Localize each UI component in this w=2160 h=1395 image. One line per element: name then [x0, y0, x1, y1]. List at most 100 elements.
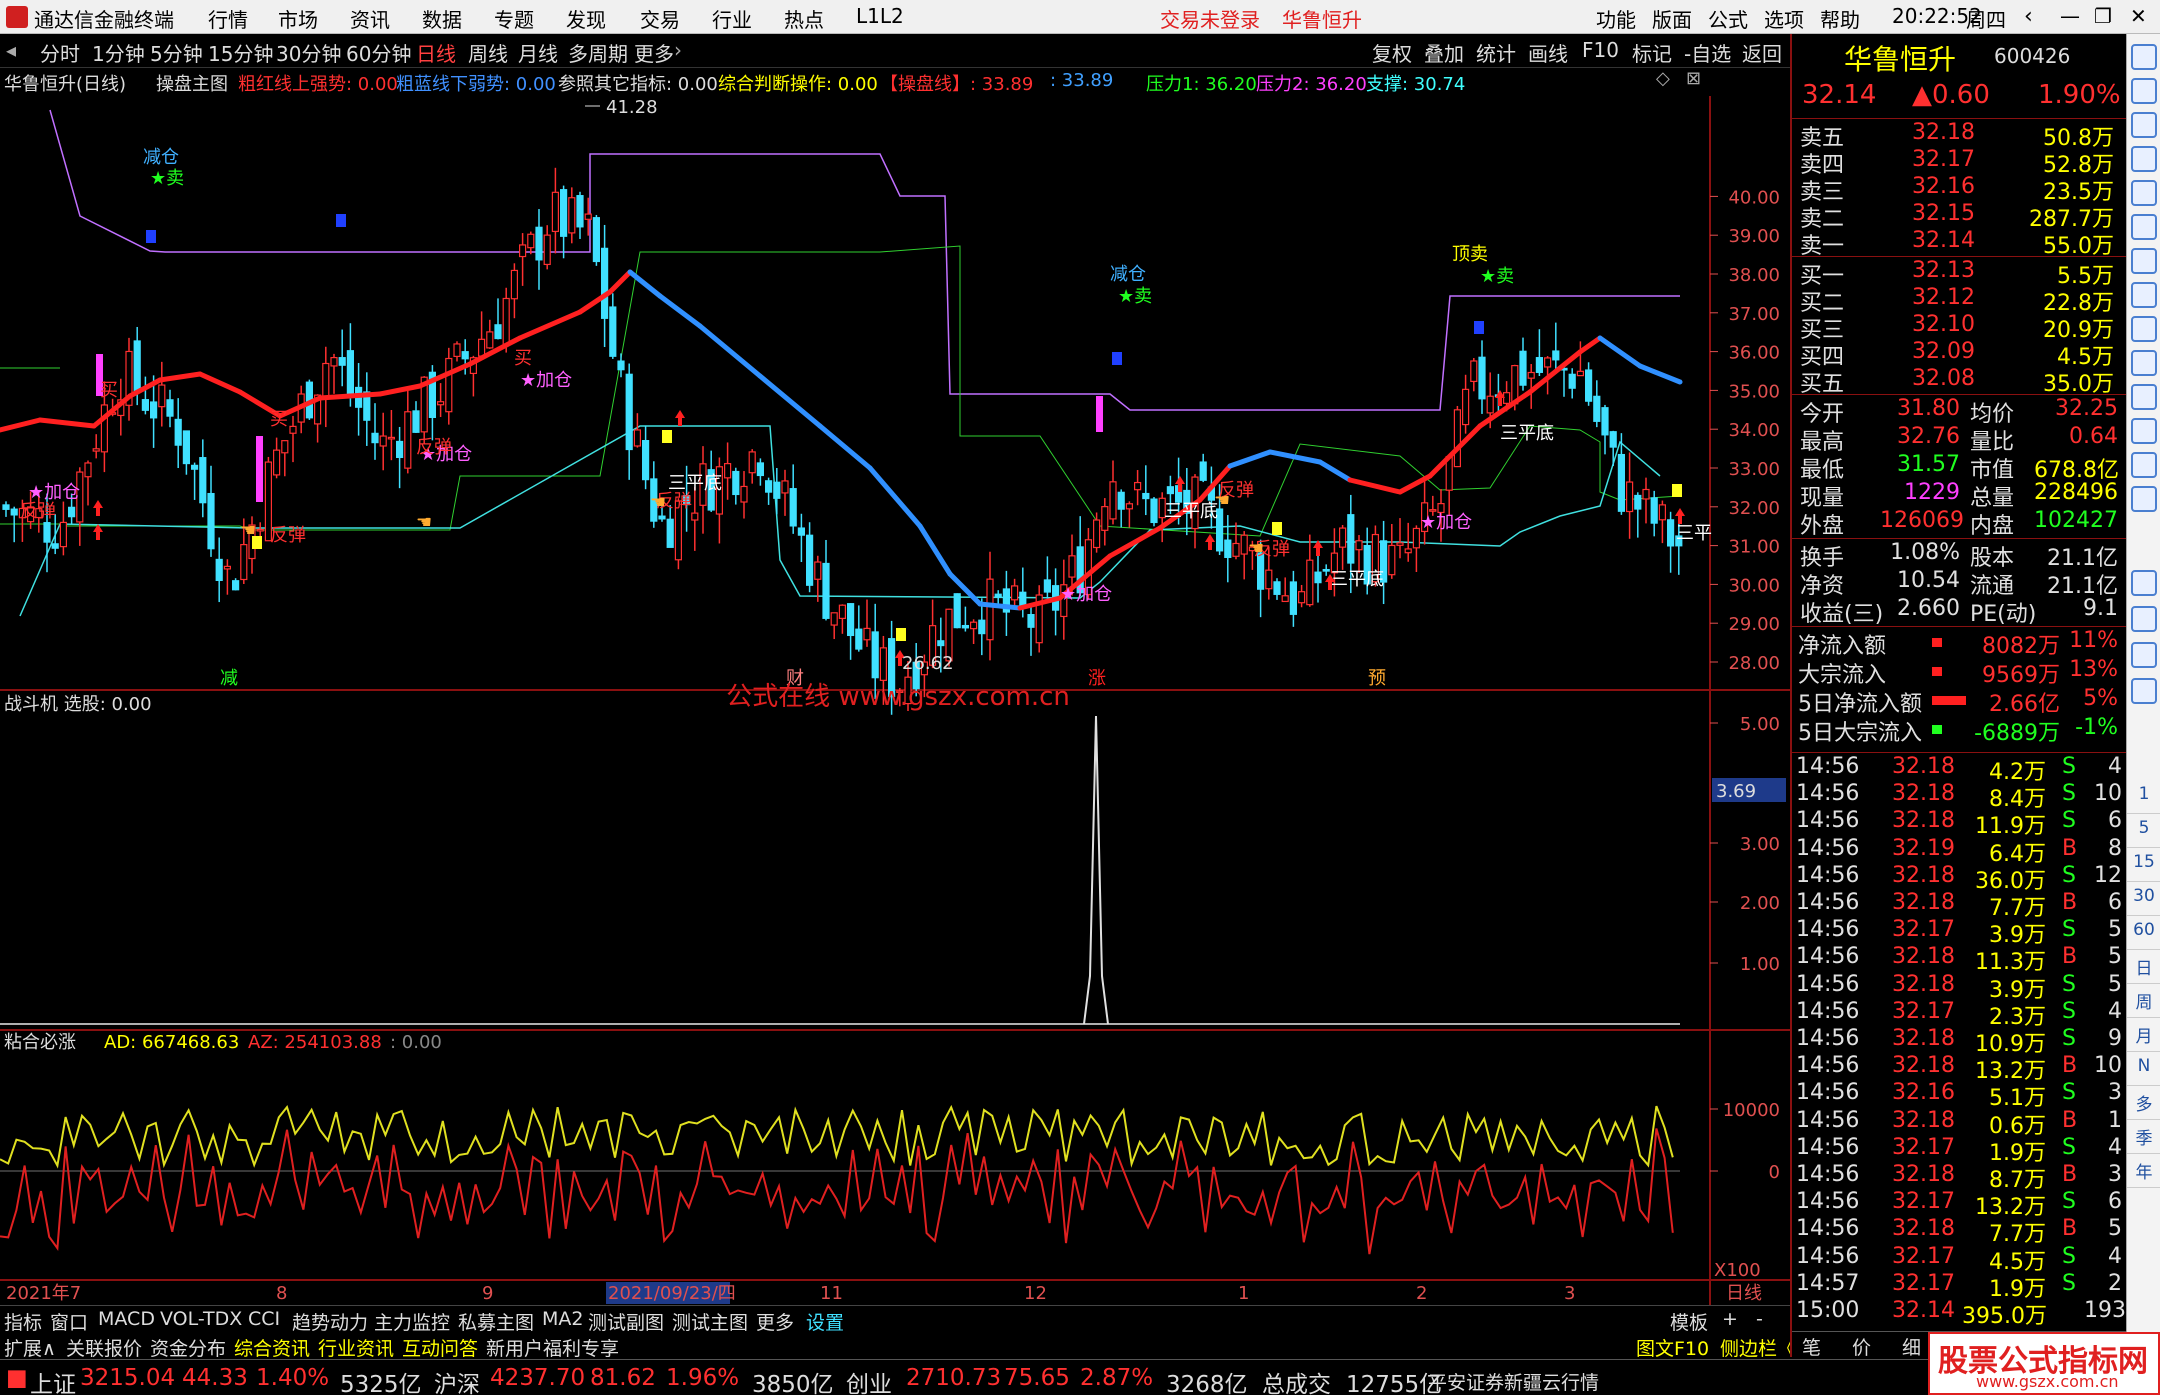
- formula-name[interactable]: 操盘主图: [156, 70, 228, 96]
- period-1min[interactable]: 1分钟: [92, 38, 145, 67]
- collapse-icon[interactable]: ◂: [6, 38, 16, 62]
- period-daily[interactable]: 日线: [416, 38, 456, 67]
- btn-plus[interactable]: +: [1722, 1308, 1738, 1330]
- grid-icon[interactable]: [2131, 282, 2157, 308]
- menu-hangqing[interactable]: 行情: [208, 4, 248, 33]
- menu-faxian[interactable]: 发现: [566, 4, 606, 33]
- tab-chuangkou[interactable]: 窗口: [50, 1308, 88, 1335]
- tab-jia[interactable]: 价: [1852, 1333, 1871, 1360]
- tab-qushi[interactable]: 趋势动力: [292, 1308, 368, 1335]
- tab-zhuli[interactable]: 主力监控: [374, 1308, 450, 1335]
- up-arrow-icon[interactable]: [2131, 78, 2157, 104]
- period-shortcut[interactable]: 年: [2127, 1158, 2160, 1188]
- tab-xinyonghu[interactable]: 新用户福利专享: [486, 1334, 619, 1361]
- tab-hangye[interactable]: 行业资讯: [318, 1334, 394, 1361]
- period-shortcut[interactable]: 15: [2127, 852, 2160, 882]
- tab-tuwen[interactable]: 图文F10: [1636, 1334, 1709, 1361]
- tab-kuozhan[interactable]: 扩展∧: [4, 1334, 56, 1361]
- period-shortcut[interactable]: 60: [2127, 920, 2160, 950]
- login-status[interactable]: 交易未登录: [1160, 4, 1260, 33]
- menu-zhuanti[interactable]: 专题: [494, 4, 534, 33]
- back-icon[interactable]: ‹: [2024, 4, 2033, 29]
- diamond-icon[interactable]: ◇: [1656, 68, 1670, 89]
- period-shortcut[interactable]: 1: [2127, 784, 2160, 814]
- cy-label[interactable]: 创业: [846, 1365, 892, 1395]
- period-shortcut[interactable]: 30: [2127, 886, 2160, 916]
- menu-gongshi[interactable]: 公式: [1708, 4, 1748, 33]
- menu-hangye[interactable]: 行业: [712, 4, 752, 33]
- period-more[interactable]: 更多: [634, 38, 674, 67]
- f10-icon[interactable]: [2131, 418, 2157, 444]
- line-icon[interactable]: [2131, 214, 2157, 240]
- table-icon[interactable]: [2131, 180, 2157, 206]
- fs-icon[interactable]: [2131, 678, 2157, 704]
- btn-huaxian[interactable]: 画线: [1528, 38, 1568, 67]
- chart-icon[interactable]: [2131, 146, 2157, 172]
- panel-close-icon[interactable]: ⊠: [1686, 68, 1701, 89]
- left-arrow-icon[interactable]: [2131, 44, 2157, 70]
- tab-ceshizhu[interactable]: 测试主图: [672, 1308, 748, 1335]
- tab-zonghe[interactable]: 综合资讯: [234, 1334, 310, 1361]
- btn-zixuan[interactable]: -自选: [1684, 38, 1731, 67]
- period-60min[interactable]: 60分钟: [346, 38, 411, 67]
- tab-macd[interactable]: MACD: [98, 1308, 155, 1330]
- rsi-icon[interactable]: [2131, 570, 2157, 596]
- period-30min[interactable]: 30分钟: [276, 38, 341, 67]
- period-shortcut[interactable]: 季: [2127, 1124, 2160, 1154]
- period-shortcut[interactable]: 5: [2127, 818, 2160, 848]
- period-5min[interactable]: 5分钟: [150, 38, 203, 67]
- chart-area[interactable]: 40.0039.0038.0037.0036.0035.0034.0033.00…: [0, 96, 1790, 1305]
- clock-icon[interactable]: [2131, 452, 2157, 478]
- menu-gongneng[interactable]: 功能: [1596, 4, 1636, 33]
- btn-fanhui[interactable]: 返回: [1742, 38, 1782, 67]
- candle-icon[interactable]: [2131, 248, 2157, 274]
- tab-cebian[interactable]: 侧边栏《: [1720, 1334, 1796, 1361]
- period-shortcut[interactable]: N: [2127, 1056, 2160, 1086]
- tab-xi[interactable]: 细: [1902, 1333, 1921, 1360]
- tab-guanlian[interactable]: 关联报价: [66, 1334, 142, 1361]
- close-icon[interactable]: ✕: [2130, 4, 2147, 28]
- tab-zhibiao[interactable]: 指标: [4, 1308, 42, 1335]
- menu-banmian[interactable]: 版面: [1652, 4, 1692, 33]
- tab-vol[interactable]: VOL-TDX: [160, 1308, 242, 1330]
- period-shortcut[interactable]: 多: [2127, 1090, 2160, 1120]
- tab-shezhi[interactable]: 设置: [806, 1308, 844, 1335]
- tab-ceshifu[interactable]: 测试副图: [588, 1308, 664, 1335]
- menu-shuju[interactable]: 数据: [422, 4, 462, 33]
- fin-icon[interactable]: [2131, 316, 2157, 342]
- btn-tongji[interactable]: 统计: [1476, 38, 1516, 67]
- menu-l1l2[interactable]: L1L2: [856, 4, 904, 28]
- tab-zijin[interactable]: 资金分布: [150, 1334, 226, 1361]
- down-arrow-icon[interactable]: [2131, 112, 2157, 138]
- period-shortcut[interactable]: 周: [2127, 988, 2160, 1018]
- period-shortcut[interactable]: 日: [2127, 954, 2160, 984]
- more-arrow-icon[interactable]: ›: [674, 38, 682, 62]
- btn-fuquan[interactable]: 复权: [1372, 38, 1412, 67]
- sh-label[interactable]: 上证: [30, 1365, 76, 1395]
- tab-gengduo[interactable]: 更多: [756, 1308, 794, 1335]
- period-monthly[interactable]: 月线: [518, 38, 558, 67]
- btn-biaoji[interactable]: 标记: [1632, 38, 1672, 67]
- move-icon[interactable]: [2131, 606, 2157, 632]
- minimize-icon[interactable]: —: [2060, 4, 2080, 28]
- menu-zixun[interactable]: 资讯: [350, 4, 390, 33]
- period-shortcut[interactable]: 月: [2127, 1022, 2160, 1052]
- menu-bangzhu[interactable]: 帮助: [1820, 4, 1860, 33]
- tab-hudong[interactable]: 互动问答: [402, 1334, 478, 1361]
- target-icon[interactable]: [2131, 486, 2157, 512]
- menu-shichang[interactable]: 市场: [278, 4, 318, 33]
- tab-bi[interactable]: 笔: [1802, 1333, 1821, 1360]
- pen-icon[interactable]: [2131, 642, 2157, 668]
- menu-redian[interactable]: 热点: [784, 4, 824, 33]
- btn-f10[interactable]: F10: [1582, 38, 1619, 62]
- period-15min[interactable]: 15分钟: [208, 38, 273, 67]
- period-weekly[interactable]: 周线: [468, 38, 508, 67]
- menu-xuanxiang[interactable]: 选项: [1764, 4, 1804, 33]
- period-multi[interactable]: 多周期: [568, 38, 628, 67]
- btn-minus[interactable]: -: [1756, 1308, 1763, 1330]
- pie-icon[interactable]: [2131, 350, 2157, 376]
- tab-simu[interactable]: 私募主图: [458, 1308, 534, 1335]
- sz-label[interactable]: 沪深: [434, 1365, 480, 1395]
- period-fenshi[interactable]: 分时: [40, 38, 80, 67]
- btn-diejia[interactable]: 叠加: [1424, 38, 1464, 67]
